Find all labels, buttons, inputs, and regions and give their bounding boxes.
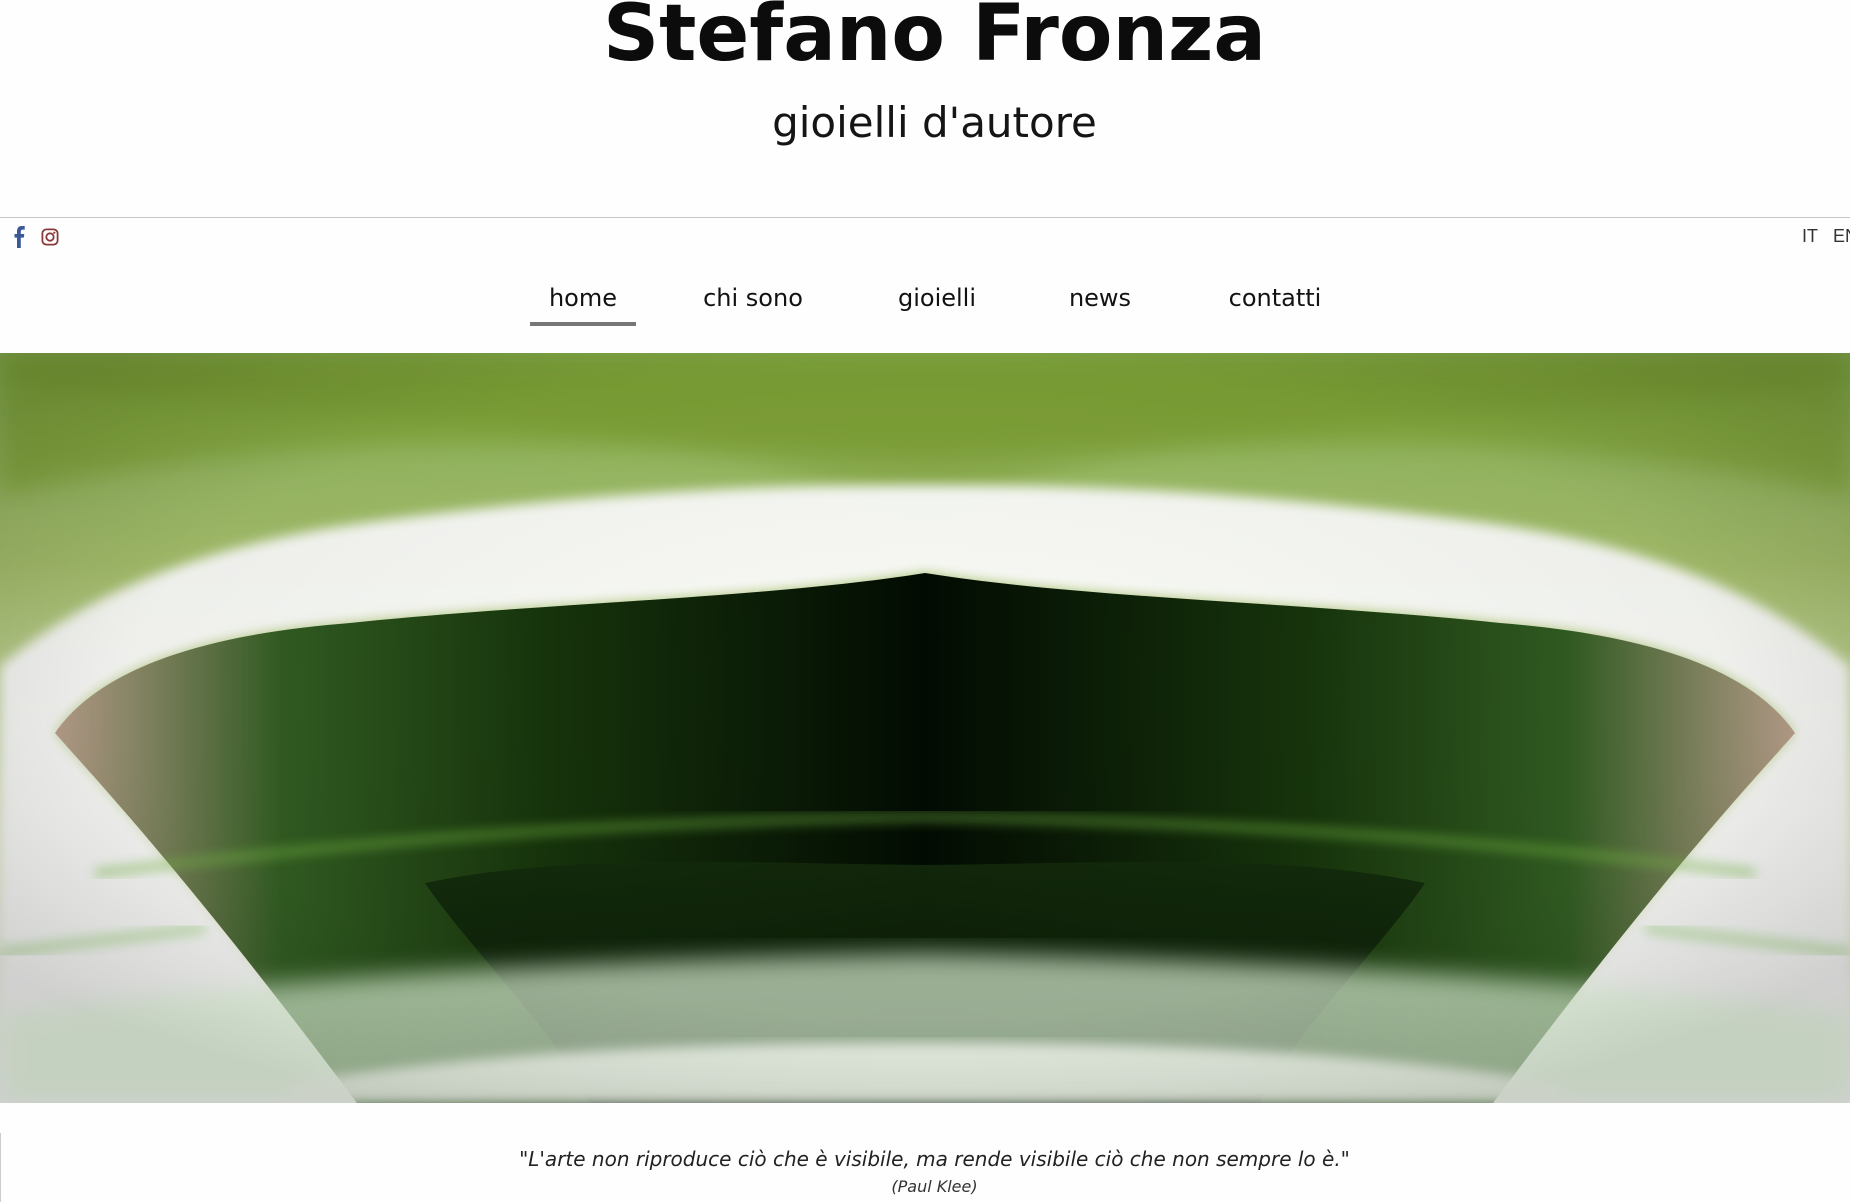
nav-item-chi-sono[interactable]: chi sono bbox=[702, 282, 804, 326]
language-it[interactable]: IT bbox=[1802, 226, 1818, 247]
social-links bbox=[11, 224, 59, 250]
hero-image bbox=[0, 353, 1850, 1103]
site-title[interactable]: Stefano Fronza bbox=[0, 0, 1850, 76]
site-subtitle: gioielli d'autore bbox=[772, 98, 1097, 147]
nav-item-gioielli[interactable]: gioielli bbox=[889, 282, 985, 326]
instagram-icon[interactable] bbox=[41, 226, 59, 248]
quote-author: (Paul Klee) bbox=[891, 1177, 978, 1196]
site-header: Stefano Fronza gioielli d'autore bbox=[0, 0, 1850, 217]
main-navigation: home chi sono gioielli news contatti bbox=[0, 270, 1850, 350]
language-switcher: IT EN bbox=[1802, 226, 1850, 247]
quote-text: "L'arte non riproduce ciò che è visibile… bbox=[519, 1147, 1350, 1171]
quote-section: "L'arte non riproduce ciò che è visibile… bbox=[0, 1103, 1850, 1202]
header-divider bbox=[0, 217, 1850, 218]
nav-item-home[interactable]: home bbox=[530, 282, 636, 326]
facebook-icon[interactable] bbox=[11, 226, 29, 248]
language-en[interactable]: EN bbox=[1833, 226, 1850, 247]
nav-item-news[interactable]: news bbox=[1064, 282, 1136, 326]
nav-item-contatti[interactable]: contatti bbox=[1224, 282, 1326, 326]
